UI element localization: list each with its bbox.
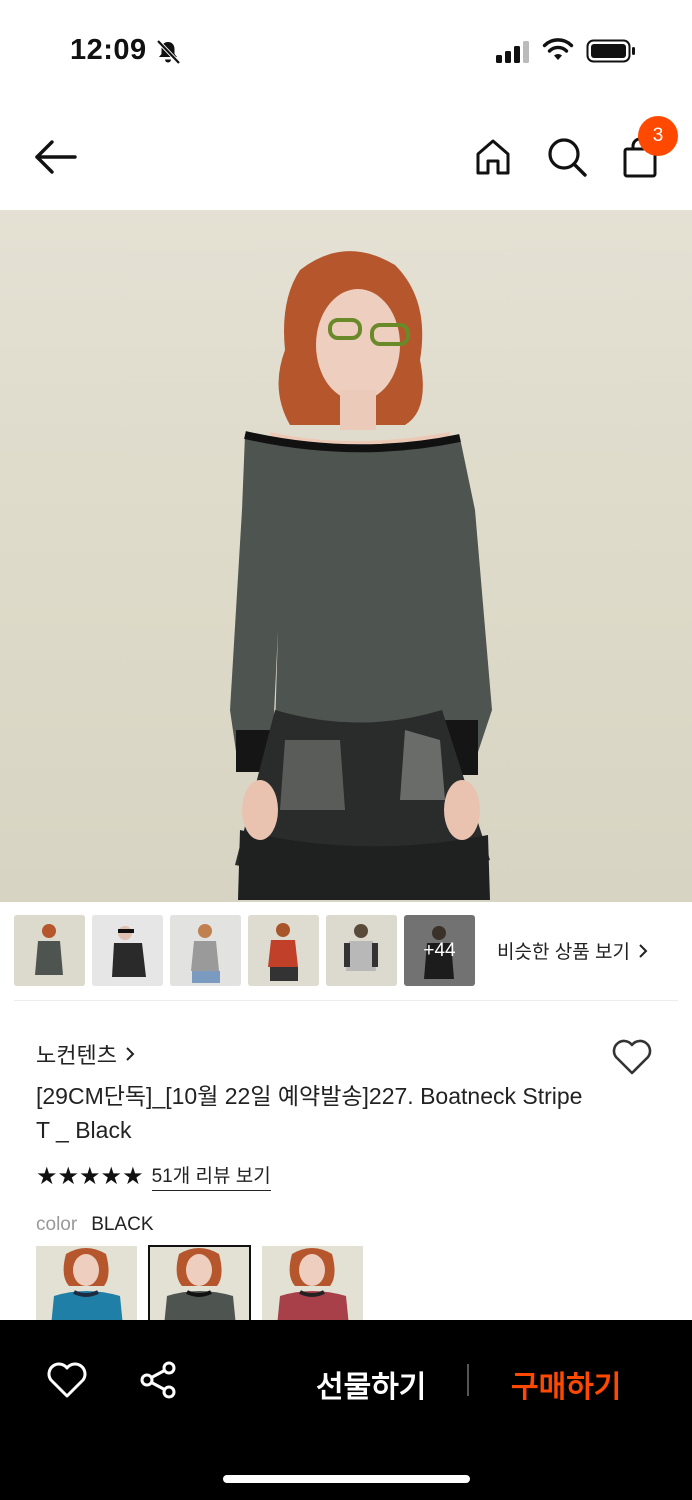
search-icon[interactable] [544, 134, 590, 180]
color-swatches [36, 1245, 363, 1327]
home-icon[interactable] [470, 134, 516, 180]
thumbnail-1[interactable] [14, 915, 85, 986]
similar-products-label: 비슷한 상품 보기 [497, 942, 630, 963]
color-value: BLACK [91, 1214, 154, 1235]
status-time: 12:09 [70, 34, 147, 66]
bell-muted-icon [156, 39, 181, 65]
color-option-teal[interactable] [36, 1246, 137, 1326]
model-photo [230, 251, 492, 900]
buy-button[interactable]: 구매하기 [511, 1362, 621, 1406]
brand-link[interactable]: 노컨텐츠 [36, 1038, 135, 1070]
thumbnail-5[interactable] [326, 915, 397, 986]
top-nav: 3 [0, 100, 692, 210]
share-icon[interactable] [138, 1360, 178, 1400]
wifi-icon [542, 38, 574, 60]
color-row: color BLACK [36, 1214, 154, 1236]
rating-stars: ★★★★★ [36, 1162, 144, 1190]
review-link[interactable]: 51개 리뷰 보기 [151, 1161, 271, 1191]
color-label: color [36, 1214, 78, 1235]
home-indicator [223, 1475, 470, 1483]
heart-icon[interactable] [610, 1037, 654, 1077]
thumbnail-2[interactable] [92, 915, 163, 986]
brand-name: 노컨텐츠 [36, 1043, 117, 1068]
bottom-action-bar: 선물하기 구매하기 [0, 1320, 692, 1500]
thumbnail-4[interactable] [248, 915, 319, 986]
back-arrow-icon[interactable] [32, 134, 80, 180]
battery-icon [586, 39, 635, 63]
thumbnail-3[interactable] [170, 915, 241, 986]
product-main-image[interactable] [0, 210, 692, 902]
more-images-count: +44 [404, 915, 475, 986]
cellular-signal-icon [496, 41, 529, 63]
thumbnail-more[interactable]: +44 [404, 915, 475, 986]
color-option-black[interactable] [148, 1245, 251, 1327]
chevron-right-icon [639, 943, 648, 958]
bottom-bar-divider [467, 1364, 469, 1396]
section-divider [14, 1000, 678, 1001]
heart-icon[interactable] [46, 1360, 88, 1400]
rating-row: ★★★★★ 51개 리뷰 보기 [36, 1161, 271, 1191]
gift-button[interactable]: 선물하기 [316, 1362, 426, 1406]
color-option-red[interactable] [262, 1246, 363, 1326]
thumbnail-strip: +44 [14, 915, 475, 987]
chevron-right-icon [126, 1047, 135, 1061]
similar-products-link[interactable]: 비슷한 상품 보기 [497, 937, 648, 964]
status-bar: 12:09 [0, 0, 692, 100]
product-title: [29CM단독]_[10월 22일 예약발송]227. Boatneck Str… [36, 1083, 583, 1143]
cart-count-badge: 3 [638, 116, 678, 156]
